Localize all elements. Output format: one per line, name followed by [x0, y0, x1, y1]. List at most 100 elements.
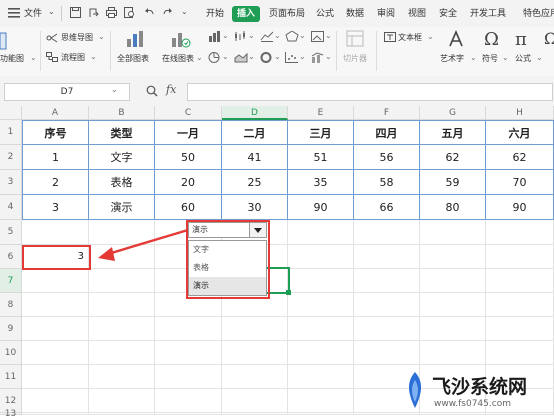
chevron-down-icon[interactable]: ⌄ — [274, 31, 281, 40]
empty-cell[interactable] — [222, 293, 288, 317]
symbol-button[interactable]: 符号 — [482, 53, 498, 64]
empty-cell[interactable] — [486, 293, 554, 317]
chevron-down-icon[interactable]: ⌄ — [30, 53, 37, 62]
table-header-cell[interactable]: 四月 — [354, 120, 420, 145]
empty-cell[interactable] — [22, 389, 89, 413]
hamburger-icon[interactable] — [8, 8, 20, 18]
empty-cell[interactable] — [288, 269, 354, 293]
empty-cell[interactable] — [354, 220, 420, 245]
table-cell[interactable]: 20 — [155, 170, 222, 195]
area-chart-icon[interactable] — [234, 52, 248, 66]
donut-chart-icon[interactable] — [260, 52, 274, 66]
empty-cell[interactable] — [22, 293, 89, 317]
empty-cell[interactable] — [354, 245, 420, 269]
table-header-cell[interactable]: 五月 — [420, 120, 486, 145]
omega-symbol-icon[interactable]: Ω — [484, 29, 499, 50]
chevron-down-icon[interactable]: ⌄ — [222, 31, 229, 40]
empty-cell[interactable] — [155, 365, 222, 389]
empty-cell[interactable] — [288, 293, 354, 317]
mindmap-button[interactable]: 思维导图 — [61, 32, 93, 43]
tab-data[interactable]: 数据 — [346, 6, 364, 22]
table-cell[interactable]: 90 — [288, 195, 354, 220]
table-cell[interactable]: 51 — [288, 145, 354, 170]
row-header-4[interactable]: 4 — [0, 195, 22, 220]
column-chart-icon[interactable] — [208, 31, 222, 45]
column-header-b[interactable]: B — [89, 106, 155, 120]
chevron-down-icon[interactable]: ⌄ — [248, 52, 255, 61]
empty-cell[interactable] — [288, 341, 354, 365]
empty-cell[interactable] — [288, 389, 354, 413]
chevron-down-icon[interactable]: ⌄ — [470, 53, 477, 62]
empty-cell[interactable] — [420, 245, 486, 269]
empty-cell[interactable] — [486, 220, 554, 245]
flowchart-icon[interactable] — [46, 52, 58, 65]
table-header-cell[interactable]: 六月 — [486, 120, 554, 145]
slicer-button[interactable]: 切片器 — [343, 53, 367, 64]
chevron-down-icon[interactable]: ⌄ — [48, 7, 55, 16]
table-cell[interactable]: 文字 — [89, 145, 155, 170]
online-charts-button[interactable]: 在线图表 — [162, 53, 194, 64]
wordart-button[interactable]: 艺术字 — [440, 53, 464, 64]
table-cell[interactable]: 59 — [420, 170, 486, 195]
table-cell[interactable]: 70 — [486, 170, 554, 195]
empty-cell[interactable] — [22, 269, 89, 293]
table-cell[interactable]: 56 — [354, 145, 420, 170]
table-cell[interactable]: 66 — [354, 195, 420, 220]
tab-view[interactable]: 视图 — [408, 6, 426, 22]
wordart-icon[interactable] — [447, 29, 465, 51]
table-cell[interactable]: 1 — [22, 145, 89, 170]
chevron-down-icon[interactable]: ⌄ — [181, 7, 188, 16]
empty-cell[interactable] — [222, 365, 288, 389]
pie-chart-icon[interactable] — [208, 52, 222, 66]
column-header-f[interactable]: F — [354, 106, 420, 120]
image-chart-icon[interactable] — [311, 31, 325, 45]
chevron-down-icon[interactable]: ⌄ — [98, 32, 105, 41]
row-header-11[interactable]: 11 — [0, 365, 22, 389]
empty-cell[interactable] — [420, 293, 486, 317]
row-header-2[interactable]: 2 — [0, 145, 22, 170]
flowchart-button[interactable]: 流程图 — [61, 52, 85, 63]
row-header-9[interactable]: 9 — [0, 317, 22, 341]
textbox-icon[interactable] — [384, 32, 396, 45]
chevron-down-icon[interactable]: ⌄ — [222, 52, 229, 61]
empty-cell[interactable] — [89, 389, 155, 413]
empty-cell[interactable] — [155, 293, 222, 317]
line-chart-icon[interactable] — [260, 31, 274, 45]
empty-cell[interactable] — [89, 269, 155, 293]
table-cell[interactable]: 58 — [354, 170, 420, 195]
empty-cell[interactable] — [420, 341, 486, 365]
formula-button[interactable]: 公式 — [515, 53, 531, 64]
empty-cell[interactable] — [89, 293, 155, 317]
chevron-down-icon[interactable]: ⌄ — [196, 53, 203, 62]
empty-cell[interactable] — [354, 269, 420, 293]
chevron-down-icon[interactable]: ⌄ — [325, 31, 332, 40]
table-cell[interactable]: 2 — [22, 170, 89, 195]
empty-cell[interactable] — [155, 389, 222, 413]
tab-home[interactable]: 开始 — [206, 6, 224, 22]
function-chart-icon[interactable] — [0, 31, 10, 54]
empty-cell[interactable] — [354, 317, 420, 341]
chevron-down-icon[interactable]: ⌄ — [90, 52, 97, 61]
row-header-10[interactable]: 10 — [0, 341, 22, 365]
dropdown-button[interactable] — [249, 223, 266, 237]
empty-cell[interactable] — [354, 341, 420, 365]
table-header-cell[interactable]: 二月 — [222, 120, 288, 145]
cell-a6[interactable]: 3 — [22, 245, 89, 269]
dropdown-option[interactable]: 文字 — [189, 241, 266, 259]
stock-chart-icon[interactable] — [234, 31, 248, 45]
dropdown-select[interactable]: 演示 — [188, 222, 267, 238]
table-cell[interactable]: 62 — [486, 145, 554, 170]
column-header-e[interactable]: E — [288, 106, 354, 120]
table-cell[interactable]: 60 — [155, 195, 222, 220]
chevron-down-icon[interactable]: ⌄ — [502, 53, 509, 62]
table-cell[interactable]: 25 — [222, 170, 288, 195]
tab-developer[interactable]: 开发工具 — [470, 6, 506, 22]
export-icon[interactable] — [88, 7, 99, 18]
radar-chart-icon[interactable] — [285, 30, 299, 45]
chevron-down-icon[interactable]: ⌄ — [248, 31, 255, 40]
row-header-3[interactable]: 3 — [0, 170, 22, 195]
print-icon[interactable] — [106, 7, 117, 18]
empty-cell[interactable] — [486, 269, 554, 293]
empty-cell[interactable] — [420, 269, 486, 293]
empty-cell[interactable] — [288, 317, 354, 341]
